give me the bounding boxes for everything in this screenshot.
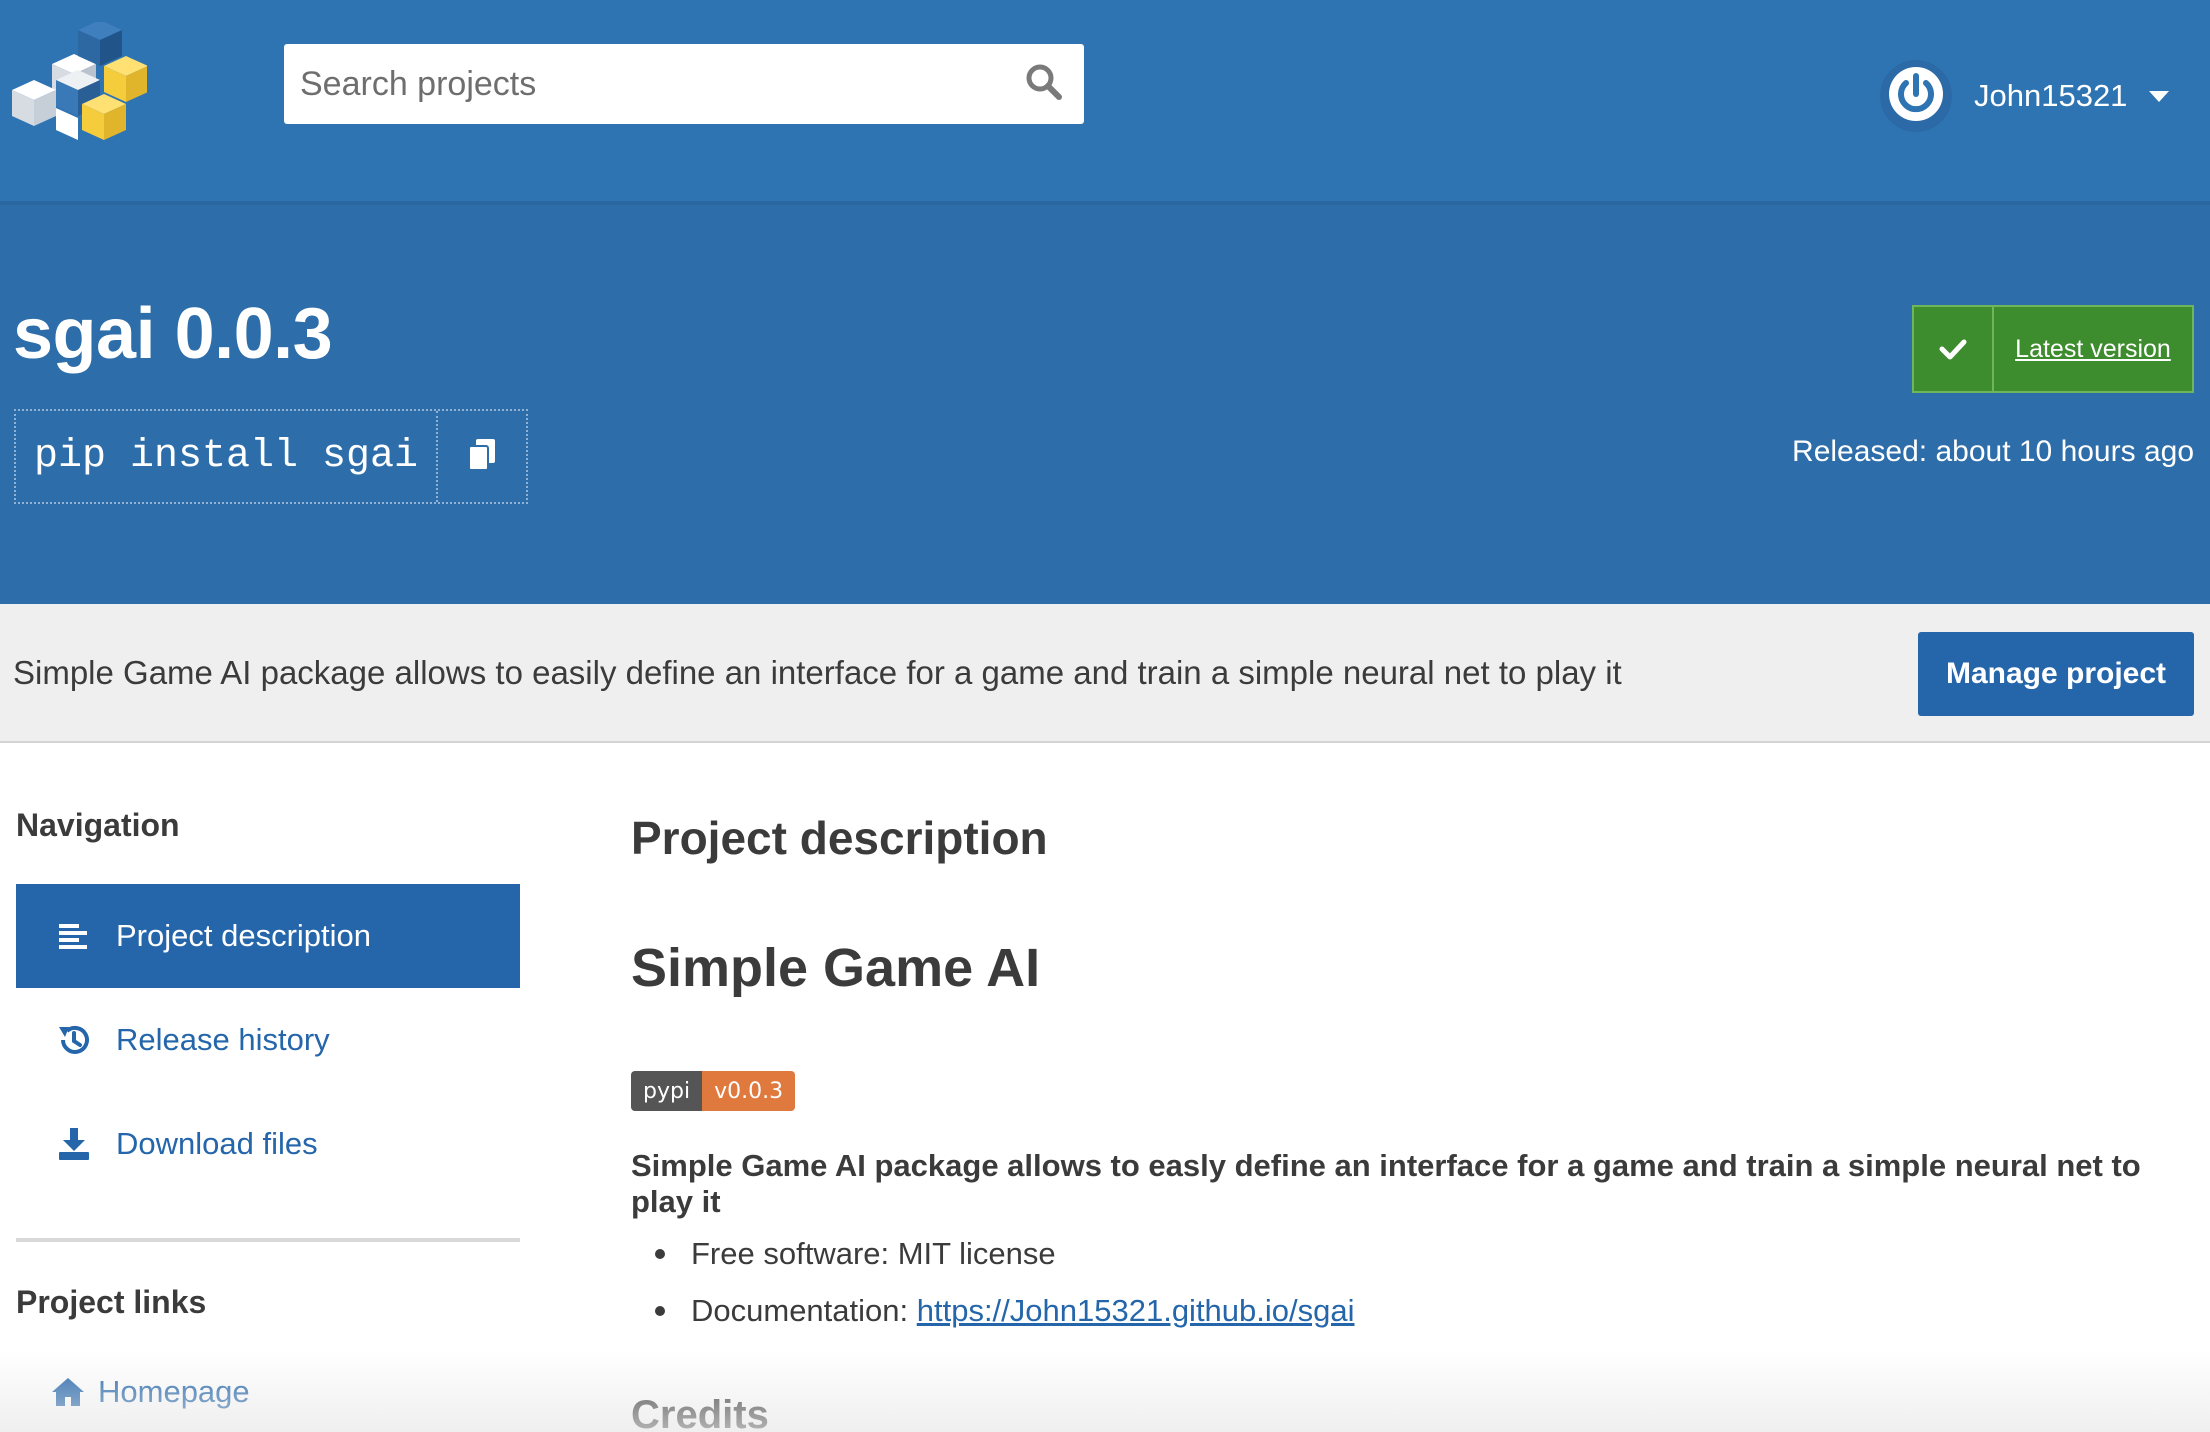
- search-button[interactable]: [1004, 44, 1084, 124]
- package-title: sgai 0.0.3: [13, 294, 333, 374]
- package-banner: sgai 0.0.3 pip install sgai Latest versi…: [0, 201, 2210, 604]
- nav-project-description[interactable]: Project description: [16, 884, 520, 988]
- manage-project-button[interactable]: Manage project: [1918, 632, 2194, 716]
- list-item: Free software: MIT license: [655, 1225, 1355, 1282]
- badge-value: v0.0.3: [702, 1071, 796, 1111]
- avatar: [1880, 60, 1952, 132]
- readme-title: Simple Game AI: [631, 938, 1041, 998]
- credits-title: Credits: [631, 1393, 769, 1432]
- search-bar: [284, 44, 1084, 124]
- nav-release-history[interactable]: Release history: [16, 988, 520, 1092]
- power-icon: [1886, 64, 1946, 129]
- list-item-text: Free software: MIT license: [691, 1235, 1056, 1271]
- link-label: Homepage: [98, 1374, 250, 1409]
- user-menu[interactable]: John15321: [1880, 60, 2170, 132]
- project-links-heading: Project links: [16, 1284, 207, 1320]
- search-input[interactable]: [284, 44, 1004, 124]
- latest-version-badge: Latest version: [1912, 305, 2194, 393]
- divider: [16, 1238, 520, 1242]
- pip-command[interactable]: pip install sgai: [16, 411, 436, 502]
- check-icon: [1914, 307, 1994, 391]
- nav-label: Download files: [116, 1126, 318, 1161]
- download-icon: [46, 1127, 102, 1161]
- history-icon: [46, 1023, 102, 1057]
- summary-text: Simple Game AI package allows to easily …: [13, 654, 1622, 691]
- chevron-down-icon: [2149, 90, 2170, 102]
- feature-list: Free software: MIT license Documentation…: [655, 1225, 1355, 1339]
- nav-label: Release history: [116, 1022, 330, 1057]
- link-homepage[interactable]: Homepage: [16, 1347, 520, 1432]
- list-item: Documentation: https://John15321.github.…: [655, 1282, 1355, 1339]
- badge-label: pypi: [631, 1071, 703, 1111]
- pypi-version-badge[interactable]: pypi v0.0.3: [631, 1071, 796, 1111]
- nav-label: Project description: [116, 918, 372, 953]
- search-icon: [1025, 63, 1063, 106]
- nav-download-files[interactable]: Download files: [16, 1092, 520, 1196]
- home-icon: [46, 1376, 90, 1408]
- copy-icon: [467, 437, 497, 476]
- pypi-logo[interactable]: [12, 20, 148, 140]
- copy-button[interactable]: [436, 411, 526, 502]
- readme-lead: Simple Game AI package allows to easly d…: [631, 1148, 2141, 1219]
- section-title: Project description: [631, 812, 1048, 864]
- release-date: Released: about 10 hours ago: [1792, 435, 2194, 468]
- list-item-text: Documentation:: [691, 1292, 917, 1328]
- username: John15321: [1974, 78, 2128, 113]
- align-left-icon: [46, 922, 102, 950]
- package-summary: Simple Game AI package allows to easily …: [0, 604, 2210, 743]
- navigation-heading: Navigation: [16, 807, 180, 843]
- pip-command-box: pip install sgai: [14, 409, 529, 504]
- latest-version-link[interactable]: Latest version: [1994, 307, 2192, 391]
- documentation-link[interactable]: https://John15321.github.io/sgai: [917, 1293, 1355, 1329]
- top-header: John15321: [0, 0, 2210, 201]
